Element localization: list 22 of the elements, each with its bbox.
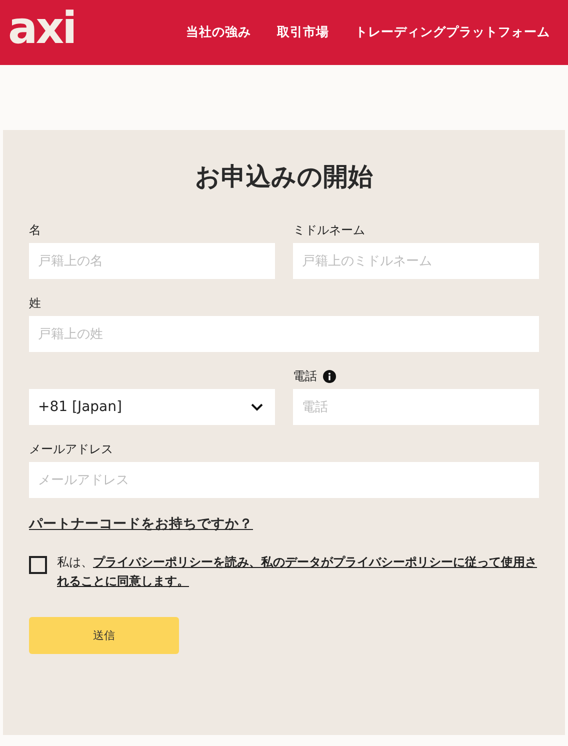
submit-button[interactable]: 送信 [29,617,179,654]
input-field[interactable]: 戸籍上の名 [29,243,275,279]
input-field[interactable]: 戸籍上のミドルネーム [293,243,539,279]
nav-link[interactable]: 取引市場 [277,24,329,41]
nav-link[interactable]: トレーディングプラットフォーム [355,24,550,41]
field-label: 姓 [29,294,41,312]
field-label: メールアドレス [29,440,113,458]
consent-checkbox[interactable] [29,556,47,574]
form-title: お申込みの開始 [194,161,374,193]
country-code-select[interactable]: +81 [Japan] [29,389,275,425]
logo[interactable]: axi [8,6,76,50]
field-label: 電話 [293,368,317,384]
field-label: ミドルネーム [293,222,365,238]
partner-code-link[interactable]: パートナーコードをお持ちですか？ [29,515,253,533]
chevron-down-icon [251,403,263,411]
input-field[interactable]: 戸籍上の姓 [29,316,539,352]
nav-link[interactable]: 当社の強み [186,24,251,41]
info-icon[interactable] [323,370,336,382]
input-field[interactable]: メールアドレス [29,462,539,498]
consent-text: 私は、プライバシーポリシーを読み、私のデータがプライバシーポリシーに従って使用されることに同意します。 [57,554,538,590]
field-label: 名 [29,222,41,238]
input-field[interactable]: 電話 [293,389,539,425]
